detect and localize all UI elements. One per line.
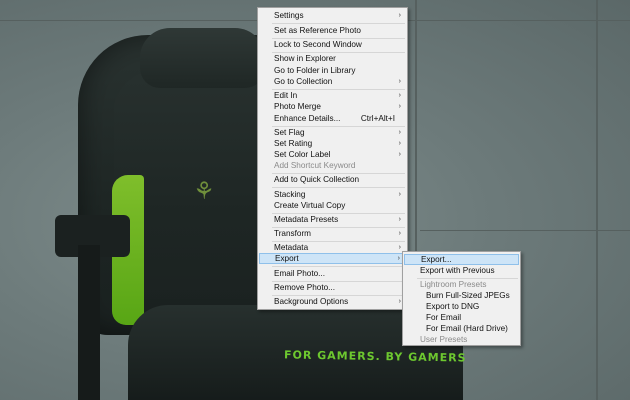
menu-item-label: Go to Folder in Library (274, 66, 356, 75)
chevron-right-icon: › (398, 244, 401, 251)
chevron-right-icon: › (398, 140, 401, 147)
menu-item-go-to-folder-in-library[interactable]: Go to Folder in Library (259, 65, 406, 76)
submenu-item-for-email[interactable]: For Email (404, 312, 519, 323)
menu-item-label: Transform (274, 229, 311, 238)
chevron-right-icon: › (398, 191, 401, 198)
menu-item-transform[interactable]: Transform › (259, 228, 406, 239)
menu-item-stacking[interactable]: Stacking › (259, 189, 406, 200)
submenu-item-for-email-hard-drive[interactable]: For Email (Hard Drive) (404, 323, 519, 334)
menu-item-label: Lock to Second Window (274, 40, 362, 49)
menu-item-edit-in[interactable]: Edit In › (259, 90, 406, 101)
menu-item-label: Export (275, 254, 299, 263)
chevron-right-icon: › (398, 78, 401, 85)
chevron-right-icon: › (398, 216, 401, 223)
chevron-right-icon: › (398, 151, 401, 158)
export-submenu: Export... Export with Previous Lightroom… (402, 251, 521, 346)
menu-item-label: Settings (274, 11, 304, 20)
menu-item-label: Show in Explorer (274, 54, 336, 63)
menu-item-label: Set Rating (274, 139, 313, 148)
menu-item-photo-merge[interactable]: Photo Merge › (259, 101, 406, 112)
menu-item-label: For Email (Hard Drive) (426, 324, 508, 333)
photo-context-menu: Settings › Set as Reference Photo Lock t… (257, 7, 408, 310)
submenu-item-export-with-previous[interactable]: Export with Previous (404, 265, 519, 276)
menu-item-background-options[interactable]: Background Options › (259, 296, 406, 307)
menu-section-header: User Presets (420, 335, 468, 344)
menu-item-label: Create Virtual Copy (274, 201, 346, 210)
menu-item-export[interactable]: Export › (259, 253, 406, 264)
menu-item-lock-to-second-window[interactable]: Lock to Second Window (259, 39, 406, 50)
menu-item-label: Stacking (274, 190, 306, 199)
menu-section-header: Lightroom Presets (420, 280, 487, 289)
menu-item-label: Add Shortcut Keyword (274, 161, 356, 170)
menu-item-label: Export... (421, 255, 452, 264)
menu-item-add-to-quick-collection[interactable]: Add to Quick Collection (259, 174, 406, 185)
menu-item-label: Metadata (274, 243, 309, 252)
menu-separator (272, 187, 405, 188)
menu-item-label: Add to Quick Collection (274, 175, 360, 184)
menu-item-label: For Email (426, 313, 462, 322)
chevron-right-icon: › (398, 298, 401, 305)
menu-item-metadata[interactable]: Metadata › (259, 242, 406, 253)
chevron-right-icon: › (398, 92, 401, 99)
menu-item-email-photo[interactable]: Email Photo... (259, 268, 406, 279)
submenu-item-burn-full-sized-jpegs[interactable]: Burn Full-Sized JPEGs (404, 290, 519, 301)
menu-item-create-virtual-copy[interactable]: Create Virtual Copy (259, 200, 406, 211)
keyboard-shortcut: Ctrl+Alt+I (360, 114, 395, 123)
chevron-right-icon: › (397, 255, 400, 262)
menu-item-go-to-collection[interactable]: Go to Collection › (259, 76, 406, 87)
menu-item-label: Go to Collection (274, 77, 333, 86)
menu-item-set-color-label[interactable]: Set Color Label › (259, 149, 406, 160)
menu-item-set-as-reference-photo[interactable]: Set as Reference Photo (259, 25, 406, 36)
chevron-right-icon: › (398, 12, 401, 19)
razer-logo-icon: ⚘ (193, 178, 215, 205)
menu-item-label: Background Options (274, 297, 349, 306)
chevron-right-icon: › (398, 103, 401, 110)
menu-item-label: Export with Previous (420, 266, 495, 275)
menu-item-label: Email Photo... (274, 269, 325, 278)
menu-item-set-flag[interactable]: Set Flag › (259, 127, 406, 138)
menu-item-metadata-presets[interactable]: Metadata Presets › (259, 214, 406, 225)
menu-item-label: Set Color Label (274, 150, 331, 159)
menu-item-settings[interactable]: Settings › (259, 10, 406, 21)
menu-item-label: Metadata Presets (274, 215, 339, 224)
menu-item-enhance-details[interactable]: Enhance Details... Ctrl+Alt+I (259, 113, 406, 124)
floor-seam (420, 230, 630, 231)
menu-item-label: Export to DNG (426, 302, 480, 311)
menu-separator (272, 266, 405, 267)
menu-item-set-rating[interactable]: Set Rating › (259, 138, 406, 149)
submenu-item-export-to-dng[interactable]: Export to DNG (404, 301, 519, 312)
menu-item-label: Set as Reference Photo (274, 26, 361, 35)
chair-headrest (140, 28, 265, 88)
menu-item-label: Remove Photo... (274, 283, 335, 292)
chair-armrest-post (78, 245, 100, 400)
menu-separator (272, 23, 405, 24)
chevron-right-icon: › (398, 230, 401, 237)
menu-item-show-in-explorer[interactable]: Show in Explorer (259, 53, 406, 64)
menu-item-add-shortcut-keyword: Add Shortcut Keyword (259, 160, 406, 171)
floor-seam (596, 0, 598, 400)
submenu-header-lightroom-presets: Lightroom Presets (404, 279, 519, 290)
menu-item-label: Edit In (274, 91, 298, 100)
chevron-right-icon: › (398, 129, 401, 136)
submenu-header-user-presets: User Presets (404, 334, 519, 345)
menu-item-remove-photo[interactable]: Remove Photo... (259, 282, 406, 293)
menu-item-label: Burn Full-Sized JPEGs (426, 291, 510, 300)
menu-item-label: Enhance Details... (274, 114, 341, 123)
menu-item-label: Photo Merge (274, 102, 321, 111)
submenu-item-export[interactable]: Export... (404, 254, 519, 265)
menu-item-label: Set Flag (274, 128, 305, 137)
